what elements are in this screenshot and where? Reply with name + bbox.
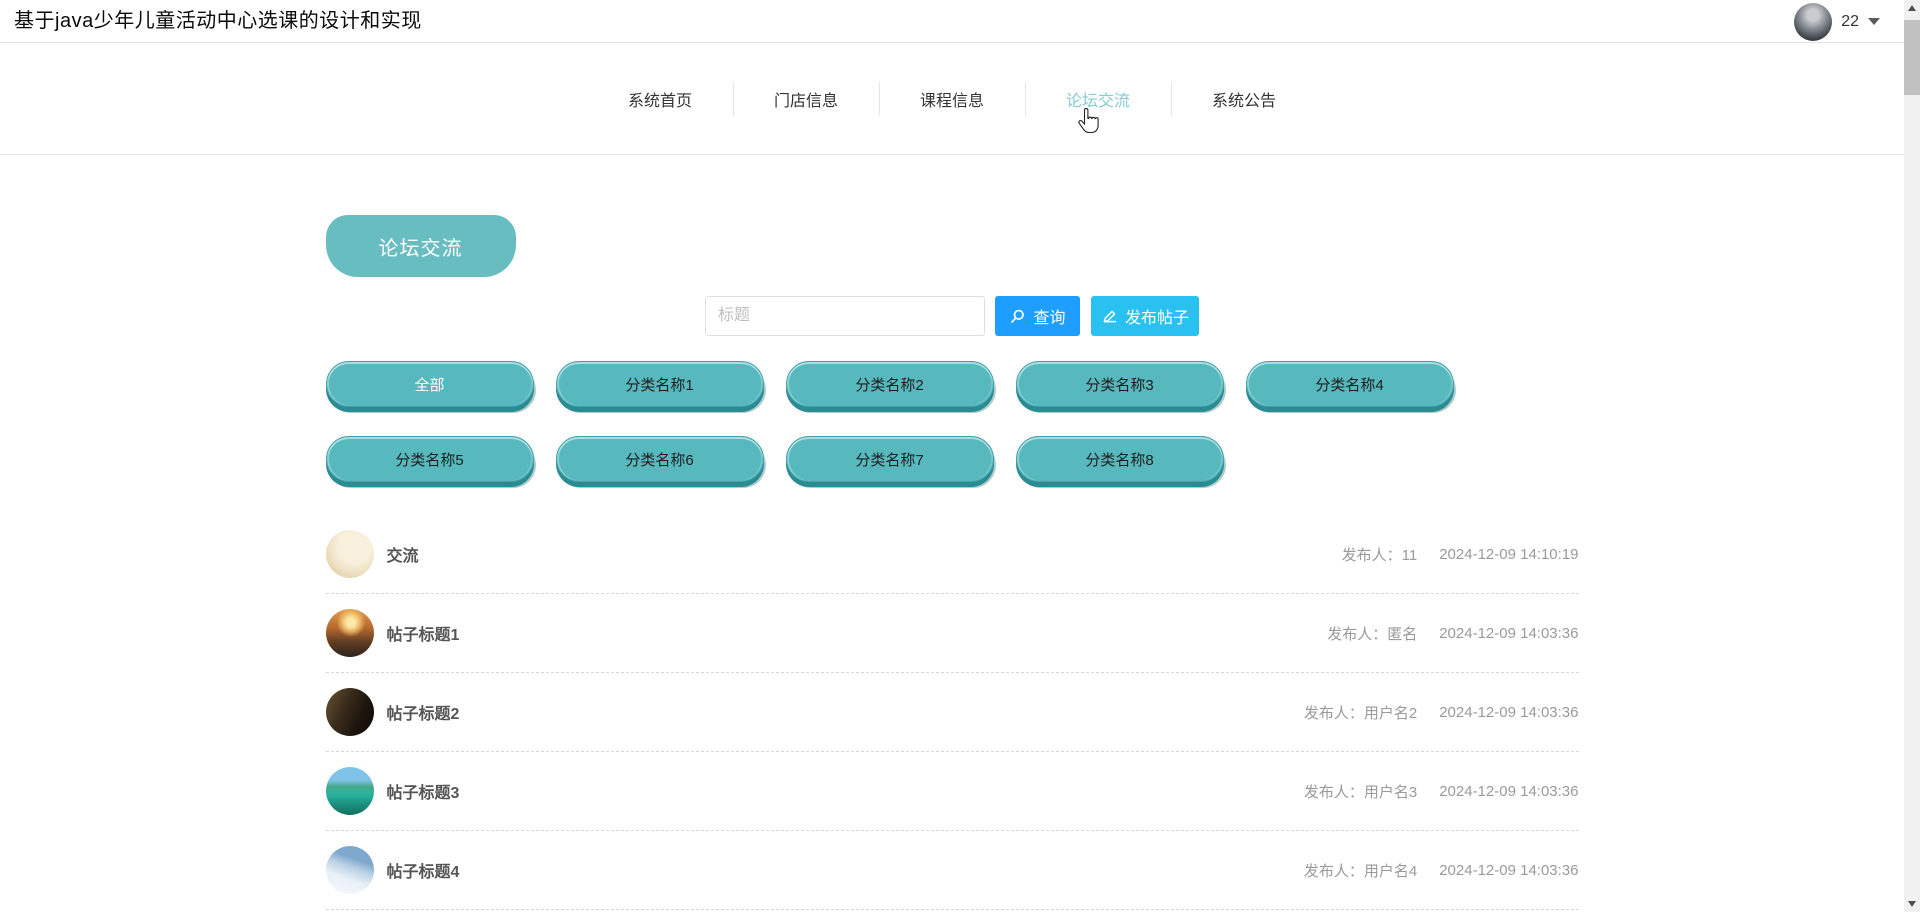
nav-item-4[interactable]: 论坛交流 (1026, 87, 1171, 111)
post-title[interactable]: 帖子标题4 (387, 858, 460, 882)
scroll-up-arrow-icon[interactable] (1904, 0, 1920, 16)
nav-item-2[interactable]: 门店信息 (734, 87, 879, 111)
main-nav: 系统首页门店信息课程信息论坛交流系统公告 (0, 43, 1904, 155)
forum-post-row[interactable]: 帖子标题1 发布人：匿名 2024-12-09 14:03:36 (326, 594, 1579, 673)
snow-ski-avatar (326, 846, 374, 894)
category-pill-8[interactable]: 分类名称8 (1016, 436, 1224, 482)
user-menu[interactable]: 22 (1794, 0, 1880, 43)
category-filter-list: 全部分类名称1 分类名称2 分类名称3 分类名称4 分类名称5 分类名称6 分类名称7 分类名… (326, 361, 1486, 482)
post-meta: 发布人：用户名3 2024-12-09 14:03:36 (1304, 781, 1579, 802)
user-avatar[interactable] (1794, 3, 1832, 41)
forum-post-row[interactable]: 帖子标题3 发布人：用户名3 2024-12-09 14:03:36 (326, 752, 1579, 831)
tropical-island-avatar (326, 767, 374, 815)
forum-section: 论坛交流 查询 发布帖子 全部分类 (326, 215, 1579, 910)
post-publisher: 发布人：用户名3 (1304, 781, 1417, 802)
dark-library-avatar (326, 688, 374, 736)
post-time: 2024-12-09 14:03:36 (1439, 783, 1578, 800)
category-pill-1[interactable]: 分类名称1 (556, 361, 764, 407)
post-title[interactable]: 帖子标题2 (387, 700, 460, 724)
forum-post-row[interactable]: 帖子标题2 发布人：用户名2 2024-12-09 14:03:36 (326, 673, 1579, 752)
scroll-down-arrow-icon[interactable] (1904, 896, 1920, 912)
post-meta: 发布人：用户名2 2024-12-09 14:03:36 (1304, 702, 1579, 723)
app-title: 基于java少年儿童活动中心选课的设计和实现 (0, 0, 1904, 43)
section-title-badge: 论坛交流 (326, 215, 516, 277)
post-meta: 发布人：用户名4 2024-12-09 14:03:36 (1304, 860, 1579, 881)
nav-item-1[interactable]: 系统首页 (588, 87, 733, 111)
magnifier-icon (1009, 308, 1026, 325)
post-publisher: 发布人：用户名2 (1304, 702, 1417, 723)
post-title[interactable]: 帖子标题3 (387, 779, 460, 803)
post-meta: 发布人：匿名 2024-12-09 14:03:36 (1327, 623, 1578, 644)
category-pill-4[interactable]: 分类名称4 (1246, 361, 1454, 407)
chevron-down-icon[interactable] (1868, 18, 1880, 25)
post-meta: 发布人：11 2024-12-09 14:10:19 (1342, 544, 1579, 565)
post-title[interactable]: 交流 (387, 542, 419, 566)
category-pill-2[interactable]: 分类名称2 (786, 361, 994, 407)
content-area: 基于java少年儿童活动中心选课的设计和实现 22 系统首页门店信息课程信息论坛… (0, 0, 1904, 910)
publish-post-button[interactable]: 发布帖子 (1091, 296, 1199, 336)
sunset-harbor-avatar (326, 609, 374, 657)
post-publisher: 发布人：匿名 (1327, 623, 1417, 644)
title-search-input[interactable] (705, 296, 985, 336)
forum-post-list: 交流 发布人：11 2024-12-09 14:10:19 帖子标题1 发布人：匿名 20… (326, 515, 1579, 910)
floral-beige-avatar (326, 530, 374, 578)
pen-icon (1101, 308, 1118, 325)
search-row: 查询 发布帖子 (326, 296, 1579, 336)
scrollbar[interactable] (1904, 0, 1920, 912)
post-time: 2024-12-09 14:10:19 (1439, 546, 1578, 563)
forum-post-row[interactable]: 交流 发布人：11 2024-12-09 14:10:19 (326, 515, 1579, 594)
category-pill-3[interactable]: 分类名称3 (1016, 361, 1224, 407)
forum-post-row[interactable]: 帖子标题4 发布人：用户名4 2024-12-09 14:03:36 (326, 831, 1579, 910)
query-button[interactable]: 查询 (995, 296, 1080, 336)
nav-item-5[interactable]: 系统公告 (1172, 87, 1317, 111)
category-pill-7[interactable]: 分类名称7 (786, 436, 994, 482)
category-pill-6[interactable]: 分类名称6 (556, 436, 764, 482)
scrollbar-thumb[interactable] (1904, 20, 1920, 95)
post-title[interactable]: 帖子标题1 (387, 621, 460, 645)
post-publisher: 发布人：11 (1342, 544, 1418, 565)
category-pill-5[interactable]: 分类名称5 (326, 436, 534, 482)
page-root: 基于java少年儿童活动中心选课的设计和实现 22 系统首页门店信息课程信息论坛… (0, 0, 1920, 912)
nav-item-3[interactable]: 课程信息 (880, 87, 1025, 111)
app-header: 基于java少年儿童活动中心选课的设计和实现 22 (0, 0, 1904, 43)
post-time: 2024-12-09 14:03:36 (1439, 704, 1578, 721)
post-time: 2024-12-09 14:03:36 (1439, 862, 1578, 879)
query-button-label: 查询 (1033, 304, 1065, 328)
publish-button-label: 发布帖子 (1125, 304, 1189, 328)
post-publisher: 发布人：用户名4 (1304, 860, 1417, 881)
category-pill-0[interactable]: 全部 (326, 361, 534, 407)
user-id-label: 22 (1841, 13, 1859, 31)
main-nav-items: 系统首页门店信息课程信息论坛交流系统公告 (588, 82, 1317, 116)
post-time: 2024-12-09 14:03:36 (1439, 625, 1578, 642)
